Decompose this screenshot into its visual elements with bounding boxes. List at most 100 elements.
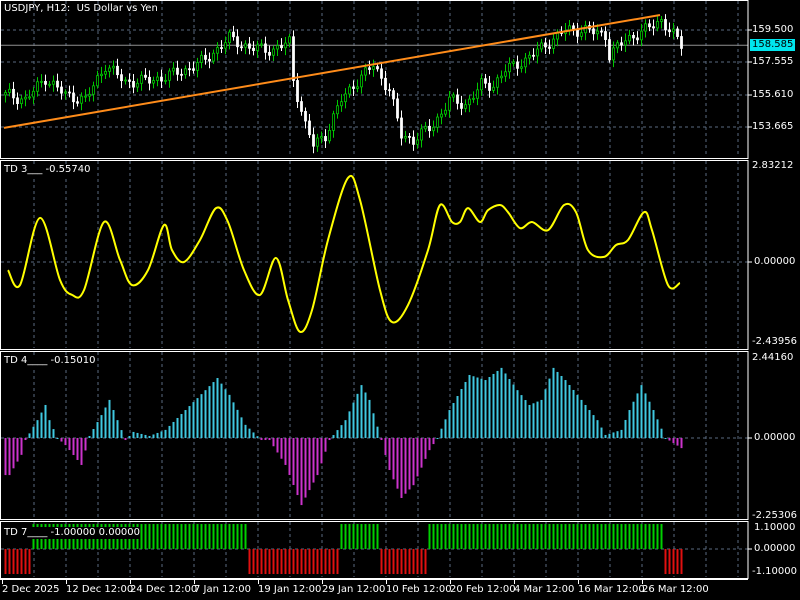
td7-bar <box>432 524 435 549</box>
candle-body <box>8 88 11 93</box>
td7-bar <box>568 524 571 549</box>
chart-title: USDJPY, H12: US Dollar vs Yen <box>4 3 158 14</box>
td4-bar <box>604 434 607 438</box>
candle-body <box>460 102 463 109</box>
td4-bar <box>44 404 47 438</box>
td4-bar <box>524 400 527 438</box>
td4-bar <box>556 371 559 438</box>
candle-body <box>24 96 27 100</box>
td7-bar <box>616 524 619 549</box>
td4-bar <box>212 382 215 438</box>
candle-body <box>44 80 47 85</box>
td7-bar <box>504 524 507 549</box>
td4-bar <box>544 389 547 438</box>
td7-bar <box>272 549 275 574</box>
td7-bar <box>620 524 623 549</box>
td4-bar <box>200 394 203 438</box>
candle-body <box>40 80 43 83</box>
td4-bar <box>616 431 619 438</box>
td4-bar <box>300 438 303 506</box>
candle-body <box>104 70 107 75</box>
candle-body <box>160 76 163 82</box>
candle-body <box>156 76 159 81</box>
td7-bar <box>244 524 247 549</box>
td7-bar <box>392 549 395 574</box>
candle-body <box>596 30 599 35</box>
td4-bar <box>520 395 523 438</box>
td4-bar <box>416 438 419 477</box>
candle-body <box>336 105 339 115</box>
candle-body <box>664 19 667 31</box>
td4-bar <box>512 384 515 438</box>
td7-bar <box>164 524 167 549</box>
td7-bar <box>300 549 303 574</box>
td4-bar <box>528 404 531 438</box>
current-price-tag: 158.585 <box>750 39 796 51</box>
td7-bar <box>408 549 411 574</box>
td4-bar <box>8 438 11 476</box>
td4-bar <box>152 434 155 438</box>
td4-pane[interactable] <box>4 367 683 506</box>
td4-bar <box>496 370 499 438</box>
candle-body <box>32 90 35 98</box>
td4-bar <box>128 435 131 438</box>
td4-bar <box>284 438 287 465</box>
td7-bar <box>584 524 587 549</box>
candle-body <box>172 67 175 72</box>
td7-bar <box>416 549 419 574</box>
td4-bar <box>24 438 27 441</box>
td7-bar <box>16 549 19 574</box>
td7-bar <box>316 549 319 574</box>
candle-body <box>372 66 375 70</box>
candle-body <box>216 47 219 54</box>
candle-body <box>76 101 79 104</box>
td7-bar <box>604 524 607 549</box>
td4-bar <box>156 432 159 438</box>
td7-bar <box>376 524 379 549</box>
candle-body <box>356 86 359 89</box>
candle-body <box>316 137 319 147</box>
candle-body <box>56 80 59 88</box>
td4-bar <box>452 403 455 438</box>
candle-body <box>308 120 311 136</box>
pane-border <box>0 0 749 159</box>
td7-bar <box>440 524 443 549</box>
candle-body <box>204 54 207 60</box>
trendline <box>3 14 661 129</box>
td7-bar <box>532 524 535 549</box>
td4-bar <box>228 394 231 438</box>
td4-bar <box>624 419 627 438</box>
candle-body <box>544 42 547 48</box>
td4-bar <box>368 399 371 438</box>
td4-bar <box>636 393 639 438</box>
chart-canvas[interactable] <box>0 0 800 600</box>
time-axis-label: 29 Jan 12:00 <box>322 584 386 595</box>
td4-axis-min: -2.25306 <box>752 510 797 521</box>
candle-body <box>324 136 327 142</box>
candle-body <box>368 67 371 70</box>
candle-body <box>508 63 511 73</box>
td7-bar <box>424 549 427 574</box>
td4-bar <box>20 438 23 455</box>
candle-body <box>292 36 295 81</box>
td3-pane[interactable] <box>7 174 681 334</box>
td4-bar <box>352 402 355 438</box>
td4-bar <box>164 429 167 438</box>
td4-bar <box>656 419 659 438</box>
time-axis-label: 26 Mar 12:00 <box>642 584 709 595</box>
td4-bar <box>628 410 631 438</box>
td7-bar <box>640 524 643 549</box>
td7-bar <box>236 524 239 549</box>
td4-bar <box>620 429 623 438</box>
candle-body <box>628 34 631 42</box>
candle-body <box>540 42 543 50</box>
td4-bar <box>612 432 615 438</box>
td7-bar <box>296 549 299 574</box>
candle-body <box>676 28 679 37</box>
td4-bar <box>608 433 611 438</box>
td4-bar <box>272 438 275 447</box>
td7-bar <box>608 524 611 549</box>
time-axis-label: 16 Mar 12:00 <box>578 584 645 595</box>
td4-bar <box>232 402 235 438</box>
price-pane[interactable] <box>0 14 748 154</box>
